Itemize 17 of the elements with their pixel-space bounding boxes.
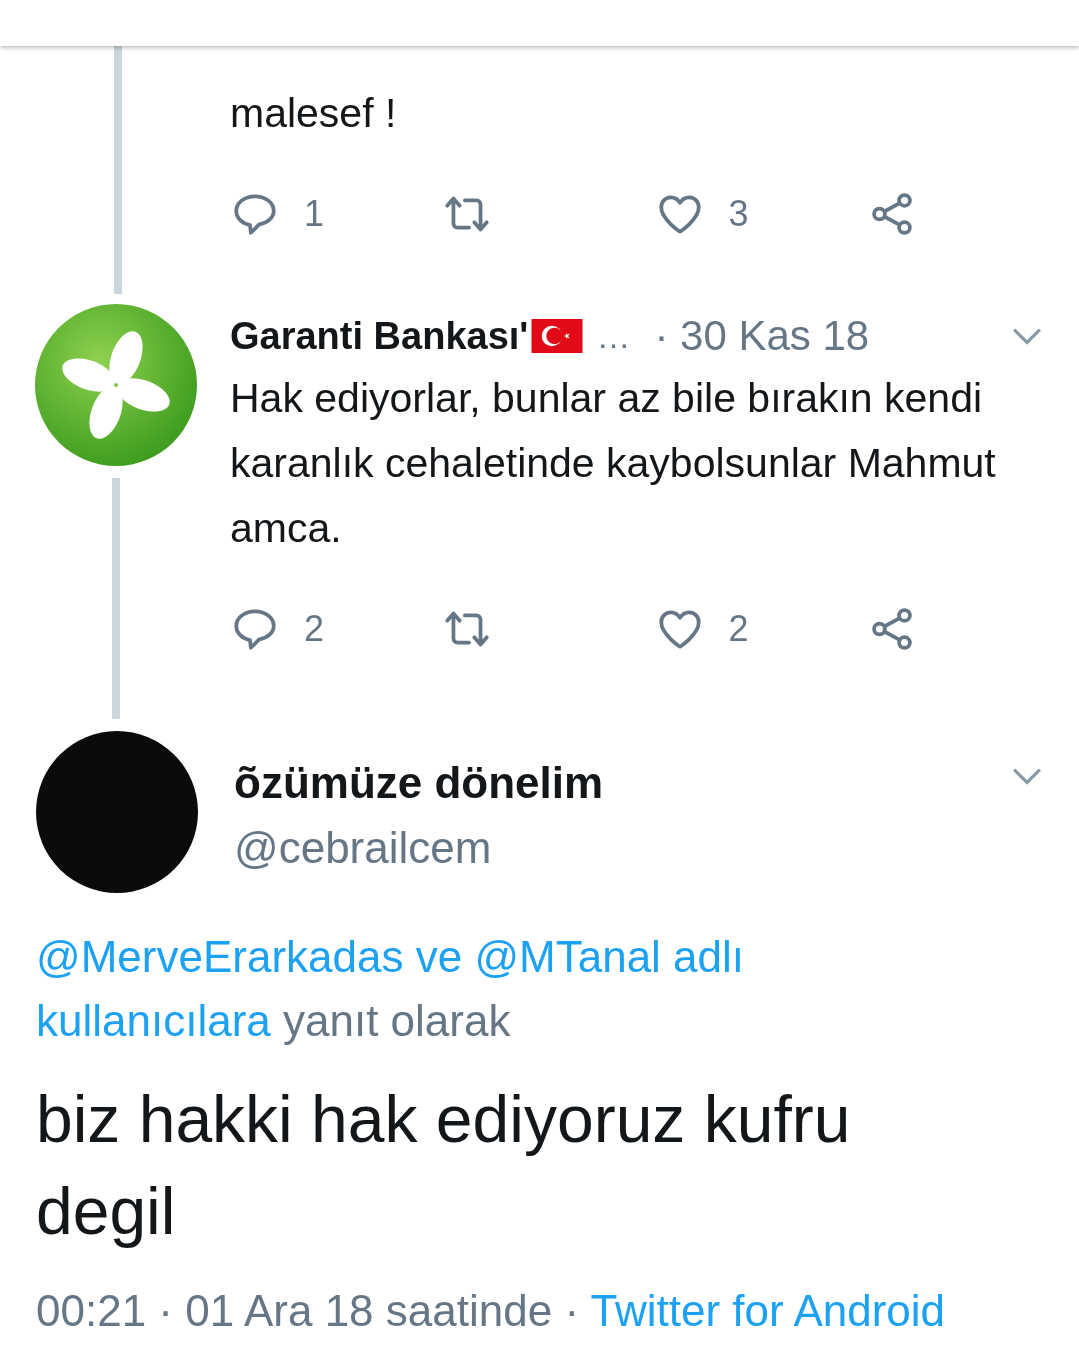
mention-link[interactable]: @MerveErarkadas (36, 932, 404, 981)
user-name[interactable]: Garanti Bankası' (230, 314, 529, 358)
user-name[interactable]: õzümüze dönelim (234, 753, 604, 813)
like-count: 2 (728, 608, 749, 650)
like-count: 3 (728, 193, 749, 235)
tweet-text: malesef ! (230, 89, 398, 138)
tweet-date: · 30 Kas 18 (654, 312, 870, 360)
source-link[interactable]: Twitter for Android (590, 1286, 946, 1335)
reply-count: 1 (304, 193, 325, 235)
user-handle[interactable]: @cebrailcem (234, 813, 604, 883)
tweet-meta: 00:21 · 01 Ara 18 saatinde · Twitter for Android (36, 1285, 947, 1337)
name-ellipsis: … (596, 316, 631, 356)
reply-count: 2 (304, 608, 325, 650)
reply-context: @MerveErarkadas ve @MTanal adlı kullanıcılara yanıt olarak (36, 931, 746, 1047)
mention-link[interactable]: @MTanal (474, 932, 661, 981)
tweet-text: Hak ediyorlar, bunlar az bile bırakın kendi karanlık cehaletinde kaybolsunlar Mahmut amca. (230, 374, 997, 553)
tweet-text: biz hakki hak ediyoruz kufru degil (36, 1081, 852, 1250)
